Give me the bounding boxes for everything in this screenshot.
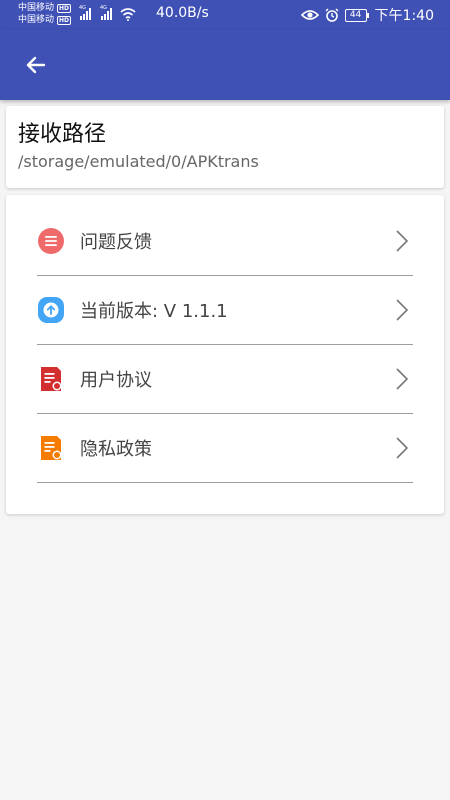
alarm-icon [325, 8, 339, 22]
signal-strength-icon-2: 4G [100, 5, 112, 20]
hd-badge-2: HD [57, 15, 72, 25]
status-time: 下午1:40 [374, 8, 434, 24]
menu-item-version[interactable]: 当前版本: V 1.1.1 [37, 276, 413, 345]
settings-menu-card: 问题反馈 当前版本: V 1.1.1 用户协议 隐私政策 [6, 195, 444, 514]
carrier-2: 中国移动 [18, 15, 55, 25]
arrow-left-icon [26, 56, 46, 74]
chevron-right-icon [396, 299, 409, 321]
net-speed: 40.0B/s [156, 5, 209, 21]
menu-item-feedback-label: 问题反馈 [80, 232, 152, 253]
menu-item-privacy-policy[interactable]: 隐私政策 [37, 414, 413, 483]
wifi-icon [120, 8, 136, 21]
battery-level: 44 [344, 8, 367, 22]
receive-path-value: /storage/emulated/0/APKtrans [18, 152, 259, 171]
version-upload-icon [37, 296, 65, 324]
carrier-info: 中国移动 HD 中国移动 HD [18, 2, 72, 26]
status-right: 44 下午1:40 [300, 5, 434, 25]
signal-icons: 4G 4G [79, 5, 136, 21]
back-button[interactable] [20, 49, 52, 81]
status-bar: 中国移动 HD 中国移动 HD 4G 4G 40.0B/s 44 下午1:40 [0, 0, 450, 30]
signal-strength-icon: 4G [79, 5, 91, 20]
receive-path-card: 接收路径 /storage/emulated/0/APKtrans [6, 106, 444, 188]
network-type-tag-2: 4G [100, 5, 108, 11]
eye-icon [300, 10, 319, 20]
chevron-right-icon [396, 437, 409, 459]
menu-item-privacy-policy-label: 隐私政策 [80, 439, 152, 460]
chevron-right-icon [396, 230, 409, 252]
privacy-policy-icon [37, 434, 65, 462]
chevron-right-icon [396, 368, 409, 390]
user-agreement-icon [37, 365, 65, 393]
receive-path-title: 接收路径 [18, 122, 107, 147]
battery-icon: 44 [344, 8, 369, 22]
hd-badge-1: HD [57, 3, 72, 13]
menu-item-user-agreement-label: 用户协议 [80, 370, 152, 391]
menu-item-feedback[interactable]: 问题反馈 [37, 195, 413, 276]
network-type-tag-1: 4G [79, 5, 87, 11]
menu-item-user-agreement[interactable]: 用户协议 [37, 345, 413, 414]
app-bar [0, 30, 450, 100]
carrier-1: 中国移动 [18, 3, 55, 13]
menu-item-version-label: 当前版本: V 1.1.1 [80, 301, 228, 322]
feedback-icon [37, 227, 65, 255]
